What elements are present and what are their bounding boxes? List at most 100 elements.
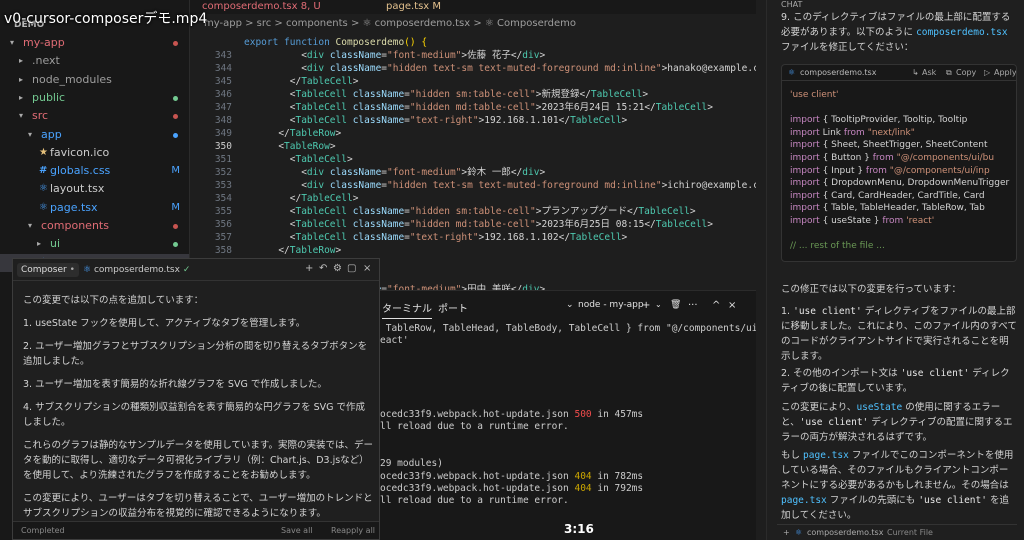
tree-item[interactable]: ▾ src: [0, 107, 189, 125]
chevron-right-icon[interactable]: ▸: [19, 52, 23, 70]
code-line[interactable]: 349 </TableRow>: [190, 127, 756, 140]
tree-item-label: .next: [32, 54, 60, 67]
tab-composerdemo[interactable]: composerdemo.tsx 8, U: [196, 0, 327, 14]
add-terminal-caret-icon[interactable]: ⌄: [655, 300, 662, 309]
video-timestamp[interactable]: 3:16: [564, 522, 594, 536]
context-file-chip[interactable]: composerdemo.tsx: [807, 525, 883, 540]
composer-paragraph: この変更により、ユーザーはタブを切り替えることで、ユーザー増加のトレンドとサブス…: [23, 493, 373, 519]
inline-code[interactable]: useState: [856, 402, 902, 413]
code-line[interactable]: 346 <TableCell className="hidden sm:tabl…: [190, 88, 756, 101]
tree-item-label: globals.css: [50, 164, 111, 177]
react-icon: ⚛: [795, 528, 803, 537]
line-number: 357: [214, 232, 232, 243]
code-line[interactable]: 345 </TableCell>: [190, 75, 756, 88]
tree-item[interactable]: ▾ components: [0, 217, 189, 235]
tree-item[interactable]: ▸ node_modules: [0, 71, 189, 89]
chevron-right-icon[interactable]: ▸: [19, 89, 23, 107]
terminal-line: 29 modules): [380, 458, 443, 470]
expand-icon[interactable]: ▢: [347, 263, 356, 274]
line-number: 350: [214, 141, 232, 152]
tree-item[interactable]: ▸ ui: [0, 235, 189, 253]
new-composer-button[interactable]: +: [305, 263, 313, 274]
code-line[interactable]: 354 </TableCell>: [190, 192, 756, 205]
code-block-line: import { DropdownMenu, DropdownMenuTrigg…: [790, 178, 1010, 189]
code-editor[interactable]: composerdemo.tsx 8, U page.tsx M my-app …: [190, 0, 756, 290]
tree-item[interactable]: ★ favicon.ico: [0, 144, 189, 162]
tree-item[interactable]: ▾ my-app: [0, 34, 189, 52]
code-line[interactable]: export function Composerdemo() {: [190, 36, 756, 49]
chat-input-footer[interactable]: + ⚛ composerdemo.tsx Current File: [777, 524, 1017, 540]
inline-code: 'use client': [918, 495, 987, 506]
code-line[interactable]: 348 <TableCell className="text-right">19…: [190, 114, 756, 127]
chat-paragraph: この変更により、useState の使用に関するエラーと、'use client…: [781, 400, 1017, 445]
tree-item-label: node_modules: [32, 73, 112, 86]
terminal-panel[interactable]: ターミナル ポート ⌄ node - my-app + ⌄ 🗑 ··· ^ × …: [380, 290, 756, 540]
composer-file-chip[interactable]: ⚛ composerdemo.tsx ✓: [83, 263, 190, 277]
tab-terminal[interactable]: ターミナル: [382, 300, 432, 319]
code-line[interactable]: 350 <TableRow>: [190, 140, 756, 153]
composer-tab[interactable]: Composer •: [17, 263, 79, 277]
line-number: 346: [214, 89, 232, 100]
chevron-down-icon[interactable]: ▾: [19, 107, 23, 125]
code-line[interactable]: 352 <div className="font-medium">鈴木 一郎</…: [190, 166, 756, 179]
code-line[interactable]: 355 <TableCell className="hidden sm:tabl…: [190, 205, 756, 218]
composer-tab-dot-icon: •: [69, 265, 75, 275]
chevron-down-icon[interactable]: ▾: [28, 126, 32, 144]
ask-button[interactable]: Ask: [922, 65, 936, 81]
chat-intro-line: 必要があります。以下のように composerdemo.tsx: [781, 25, 1017, 40]
chevron-down-icon[interactable]: ▾: [28, 217, 32, 235]
code-line[interactable]: 351 <TableCell>: [190, 153, 756, 166]
code-line[interactable]: 353 <div className="hidden text-sm text-…: [190, 179, 756, 192]
tree-item-label: my-app: [23, 36, 65, 49]
add-context-button[interactable]: +: [783, 525, 790, 540]
tab-page[interactable]: page.tsx M: [380, 0, 447, 14]
status-dot: [173, 96, 178, 101]
terminal-shell-select[interactable]: node - my-app: [578, 300, 644, 310]
code-line[interactable]: 347 <TableCell className="hidden md:tabl…: [190, 101, 756, 114]
git-status-badge: M: [171, 165, 180, 176]
chat-text: 2. その他のインポート文は: [781, 368, 901, 379]
close-icon[interactable]: ×: [363, 263, 371, 274]
code-line[interactable]: 344 <div className="hidden text-sm text-…: [190, 62, 756, 75]
history-icon[interactable]: ↶: [319, 263, 327, 274]
code-line[interactable]: 357 <TableCell className="text-right">19…: [190, 231, 756, 244]
tree-item[interactable]: ▸ .next: [0, 52, 189, 70]
code-line[interactable]: 356 <TableCell className="hidden md:tabl…: [190, 218, 756, 231]
chat-text: この変更により、: [781, 402, 857, 413]
code-line[interactable]: 358 </TableRow>: [190, 244, 756, 257]
maximize-icon[interactable]: ^: [712, 300, 720, 311]
trash-icon[interactable]: 🗑: [670, 300, 681, 310]
more-icon[interactable]: ···: [688, 300, 698, 311]
tree-item[interactable]: ⚛ page.tsx M: [0, 199, 189, 217]
line-number: 343: [214, 50, 232, 61]
tree-item[interactable]: ▾ app: [0, 126, 189, 144]
close-panel-icon[interactable]: ×: [728, 300, 736, 311]
line-number: 348: [214, 115, 232, 126]
inline-code[interactable]: composerdemo.tsx: [916, 27, 1008, 38]
apply-button[interactable]: Apply: [994, 65, 1016, 81]
composer-paragraph: 1. useState フックを使用して、アクティブなタブを管理します。: [23, 318, 306, 329]
composer-status: Completed: [21, 526, 65, 535]
tab-ports[interactable]: ポート: [438, 300, 468, 315]
tree-item[interactable]: ▸ public: [0, 89, 189, 107]
chevron-right-icon[interactable]: ▸: [19, 71, 23, 89]
chevron-down-icon[interactable]: ▾: [10, 34, 14, 52]
inline-code[interactable]: page.tsx: [781, 495, 827, 506]
code-line[interactable]: 343 <div className="font-medium">佐藤 花子</…: [190, 49, 756, 62]
video-title: v0-cursor-composerデモ.mp4: [4, 11, 208, 27]
add-terminal-button[interactable]: +: [642, 300, 650, 311]
inline-code[interactable]: page.tsx: [803, 450, 849, 461]
react-icon: ⚛: [39, 183, 48, 194]
tree-item[interactable]: ⚛ layout.tsx: [0, 180, 189, 198]
line-number: 354: [214, 193, 232, 204]
chevron-right-icon[interactable]: ▸: [37, 235, 41, 253]
terminal-line: ocedc33f9.webpack.hot-update.json 500 in…: [380, 409, 644, 421]
star-icon: ★: [39, 147, 48, 158]
settings-icon[interactable]: ⚙: [333, 263, 342, 274]
reapply-all-button[interactable]: Reapply all: [331, 522, 375, 539]
breadcrumb[interactable]: my-app > src > components > ⚛ composerde…: [204, 18, 576, 29]
composer-paragraph: 2. ユーザー増加グラフとサブスクリプション分析の間を切り替えるタブボタンを追加…: [23, 341, 368, 367]
tree-item[interactable]: # globals.css M: [0, 162, 189, 180]
copy-button[interactable]: Copy: [956, 65, 976, 81]
save-all-button[interactable]: Save all: [281, 522, 313, 539]
